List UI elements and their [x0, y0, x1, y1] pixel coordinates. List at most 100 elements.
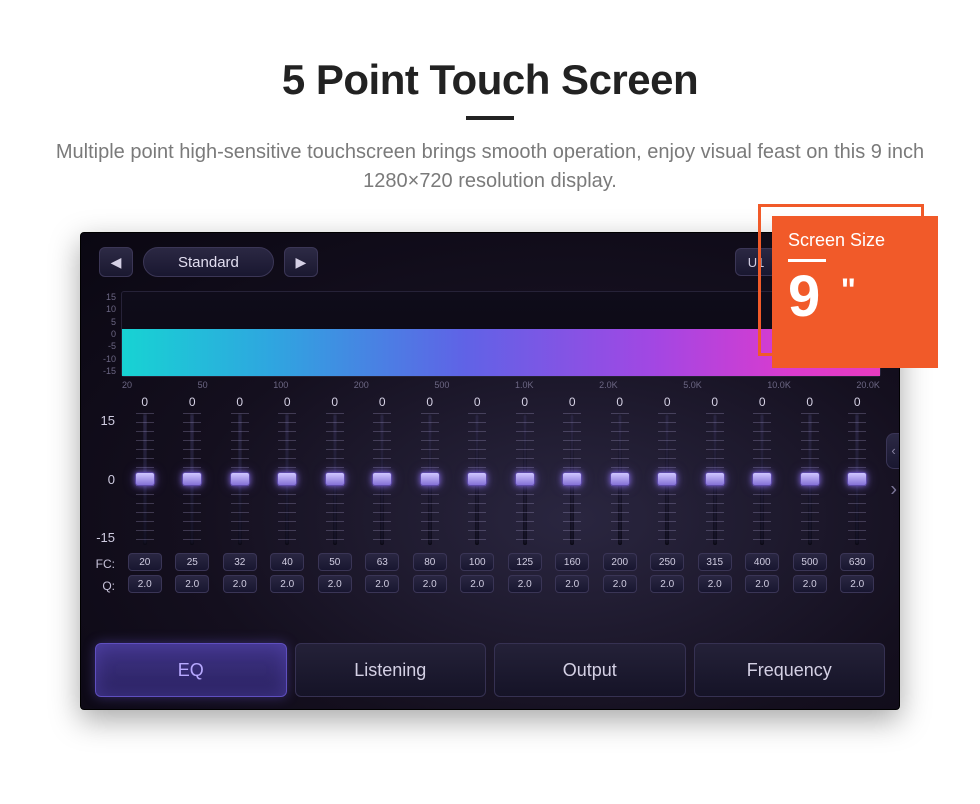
slider-knob[interactable]	[277, 472, 297, 486]
band-q-chip[interactable]: 2.0	[270, 575, 304, 593]
slider-knob[interactable]	[847, 472, 867, 486]
band-slider[interactable]	[753, 413, 771, 545]
band-slider[interactable]	[421, 413, 439, 545]
band-q-chip[interactable]: 2.0	[508, 575, 542, 593]
band-fc-chip[interactable]: 80	[413, 553, 447, 571]
band-slider[interactable]	[231, 413, 249, 545]
band-gain-value: 0	[236, 395, 243, 411]
band-q-chip[interactable]: 2.0	[603, 575, 637, 593]
eq-band: 0 50 2.0	[311, 395, 359, 605]
band-slider[interactable]	[468, 413, 486, 545]
band-fc-chip[interactable]: 125	[508, 553, 542, 571]
ytick: 5	[94, 317, 116, 327]
band-fc-chip[interactable]: 315	[698, 553, 732, 571]
band-slider[interactable]	[326, 413, 344, 545]
slider-knob[interactable]	[325, 472, 345, 486]
slider-knob[interactable]	[562, 472, 582, 486]
band-gain-value: 0	[616, 395, 623, 411]
slider-knob[interactable]	[657, 472, 677, 486]
band-q-chip[interactable]: 2.0	[698, 575, 732, 593]
xtick: 2.0K	[599, 380, 618, 390]
q-row-label: Q:	[87, 579, 115, 593]
slider-knob[interactable]	[800, 472, 820, 486]
xtick: 10.0K	[767, 380, 791, 390]
band-slider[interactable]	[136, 413, 154, 545]
screen-size-callout: Screen Size 9 "	[772, 216, 938, 368]
band-fc-chip[interactable]: 50	[318, 553, 352, 571]
band-q-chip[interactable]: 2.0	[793, 575, 827, 593]
bands-scroll-right[interactable]: ›	[890, 479, 897, 502]
band-q-chip[interactable]: 2.0	[365, 575, 399, 593]
band-slider[interactable]	[658, 413, 676, 545]
slider-knob[interactable]	[182, 472, 202, 486]
callout-label: Screen Size	[788, 230, 922, 251]
band-fc-chip[interactable]: 400	[745, 553, 779, 571]
band-fc-chip[interactable]: 500	[793, 553, 827, 571]
tab-listening[interactable]: Listening	[295, 643, 487, 697]
band-slider[interactable]	[801, 413, 819, 545]
tab-frequency[interactable]: Frequency	[694, 643, 886, 697]
band-fc-chip[interactable]: 200	[603, 553, 637, 571]
eq-band: 02502.0	[644, 395, 692, 605]
band-gain-value: 0	[141, 395, 148, 411]
band-fc-chip[interactable]: 40	[270, 553, 304, 571]
eq-band: 01252.0	[501, 395, 549, 605]
band-fc-chip[interactable]: 63	[365, 553, 399, 571]
slider-knob[interactable]	[420, 472, 440, 486]
band-q-chip[interactable]: 2.0	[413, 575, 447, 593]
tab-output[interactable]: Output	[494, 643, 686, 697]
band-fc-chip[interactable]: 250	[650, 553, 684, 571]
band-slider[interactable]	[278, 413, 296, 545]
band-q-chip[interactable]: 2.0	[223, 575, 257, 593]
callout-unit: "	[841, 272, 856, 309]
tab-eq[interactable]: EQ	[95, 643, 287, 697]
eq-band: 05002.0	[786, 395, 834, 605]
eq-band: 0632.0	[359, 395, 407, 605]
eq-band: 01602.0	[549, 395, 597, 605]
eq-band: 0 32 2.0	[216, 395, 264, 605]
side-expand-tab[interactable]: ‹	[886, 433, 900, 469]
band-q-chip[interactable]: 2.0	[175, 575, 209, 593]
band-slider[interactable]	[516, 413, 534, 545]
slider-knob[interactable]	[752, 472, 772, 486]
band-fc-chip[interactable]: 100	[460, 553, 494, 571]
band-gain-value: 0	[711, 395, 718, 411]
xtick: 200	[354, 380, 369, 390]
slider-knob[interactable]	[372, 472, 392, 486]
band-q-chip[interactable]: 2.0	[650, 575, 684, 593]
band-fc-chip[interactable]: 160	[555, 553, 589, 571]
slider-knob[interactable]	[705, 472, 725, 486]
preset-prev-button[interactable]: ◀	[99, 247, 133, 277]
slider-knob[interactable]	[515, 472, 535, 486]
band-slider[interactable]	[183, 413, 201, 545]
band-slider[interactable]	[611, 413, 629, 545]
xtick: 5.0K	[683, 380, 702, 390]
band-slider[interactable]	[706, 413, 724, 545]
band-q-chip[interactable]: 2.0	[318, 575, 352, 593]
band-fc-chip[interactable]: 630	[840, 553, 874, 571]
band-fc-chip[interactable]: 32	[223, 553, 257, 571]
band-slider[interactable]	[848, 413, 866, 545]
band-q-chip[interactable]: 2.0	[745, 575, 779, 593]
xtick: 1.0K	[515, 380, 534, 390]
band-fc-chip[interactable]: 20	[128, 553, 162, 571]
preset-name: Standard	[178, 254, 239, 271]
preset-selector[interactable]: Standard	[143, 247, 274, 277]
slider-knob[interactable]	[135, 472, 155, 486]
band-q-chip[interactable]: 2.0	[460, 575, 494, 593]
band-slider[interactable]	[373, 413, 391, 545]
band-q-chip[interactable]: 2.0	[840, 575, 874, 593]
preset-next-button[interactable]: ▶	[284, 247, 318, 277]
band-fc-chip[interactable]: 25	[175, 553, 209, 571]
slider-knob[interactable]	[467, 472, 487, 486]
eq-band: 01002.0	[454, 395, 502, 605]
band-gain-value: 0	[331, 395, 338, 411]
slider-knob[interactable]	[610, 472, 630, 486]
slider-knob[interactable]	[230, 472, 250, 486]
triangle-left-icon: ◀	[111, 254, 122, 271]
spectrum-y-axis: 15 10 5 0 -5 -10 -15	[94, 292, 116, 376]
band-slider[interactable]	[563, 413, 581, 545]
band-q-chip[interactable]: 2.0	[555, 575, 589, 593]
band-q-chip[interactable]: 2.0	[128, 575, 162, 593]
spectrum-x-axis: 20 50 100 200 500 1.0K 2.0K 5.0K 10.0K 2…	[122, 380, 880, 390]
